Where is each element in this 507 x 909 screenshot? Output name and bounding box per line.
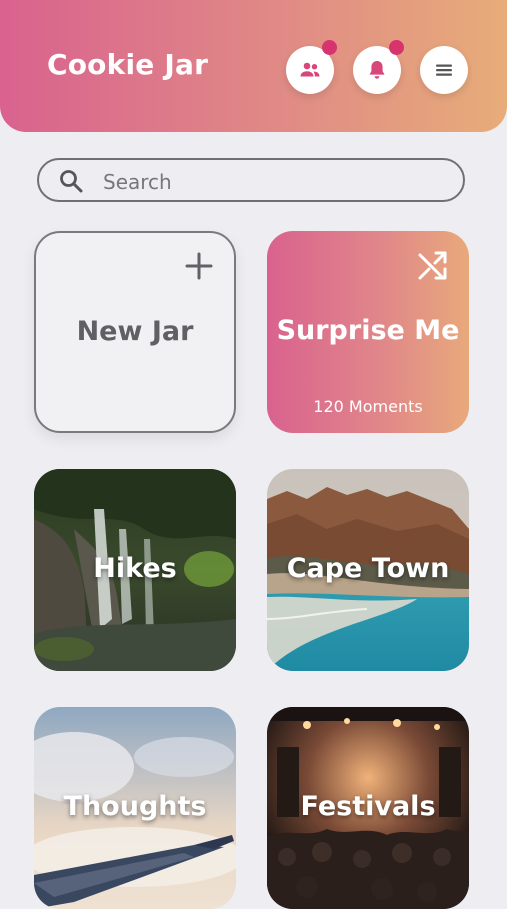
bell-icon <box>369 61 385 79</box>
friends-button[interactable] <box>286 40 337 94</box>
festivals-label: Festivals <box>300 791 436 822</box>
app-header: Cookie Jar <box>0 0 507 132</box>
thoughts-label: Thoughts <box>63 791 207 822</box>
new-jar-label: New Jar <box>76 316 194 347</box>
plus-icon <box>185 252 213 280</box>
moments-count: 120 Moments <box>313 397 423 416</box>
thoughts-jar-card[interactable]: Thoughts <box>34 707 236 909</box>
notification-dot <box>389 40 404 55</box>
hikes-jar-card[interactable]: Hikes <box>34 469 236 671</box>
new-jar-card[interactable]: New Jar <box>34 231 236 433</box>
notification-dot <box>322 40 337 55</box>
hikes-label: Hikes <box>93 553 177 584</box>
notifications-button[interactable] <box>353 40 404 94</box>
search-input[interactable] <box>101 166 445 198</box>
people-icon <box>300 62 320 77</box>
surprise-me-card[interactable]: Surprise Me 120 Moments <box>267 231 469 433</box>
app-title: Cookie Jar <box>47 48 209 81</box>
search-bar[interactable] <box>37 158 465 202</box>
cape-town-jar-card[interactable]: Cape Town <box>267 469 469 671</box>
search-icon <box>60 170 83 193</box>
festivals-jar-card[interactable]: Festivals <box>267 707 469 909</box>
shuffle-icon <box>418 251 447 280</box>
menu-button[interactable] <box>420 46 468 94</box>
menu-icon <box>436 64 452 76</box>
cape-town-label: Cape Town <box>286 553 450 584</box>
surprise-me-label: Surprise Me <box>276 315 460 346</box>
